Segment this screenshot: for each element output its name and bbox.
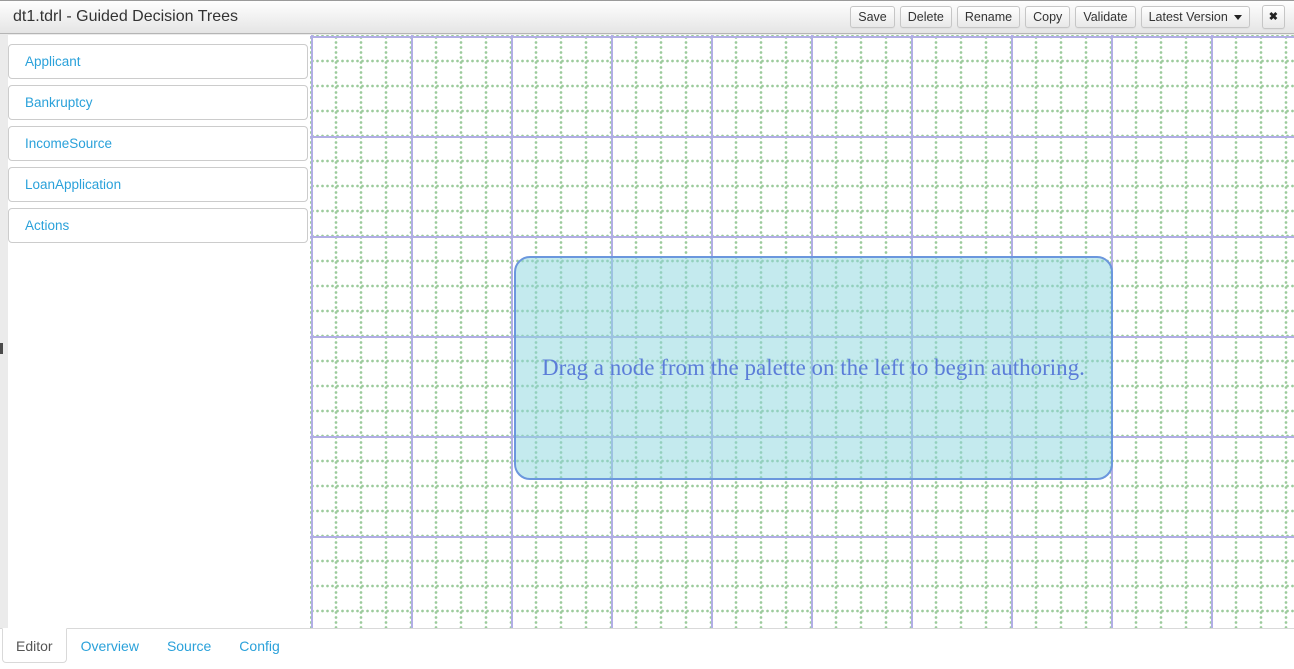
tab-source[interactable]: Source [153, 629, 225, 663]
palette-item-label: LoanApplication [25, 177, 121, 192]
editor-tabbar: Editor Overview Source Config [0, 628, 1294, 669]
titlebar-actions: Save Delete Rename Copy Validate Latest … [850, 5, 1294, 29]
palette-item-loanapplication[interactable]: LoanApplication [8, 167, 308, 202]
tab-label: Overview [81, 638, 139, 654]
drop-hint-node: Drag a node from the palette on the left… [514, 256, 1113, 480]
palette-item-bankruptcy[interactable]: Bankruptcy [8, 85, 308, 120]
tab-config[interactable]: Config [225, 629, 293, 663]
palette-item-actions[interactable]: Actions [8, 208, 308, 243]
palette-item-label: IncomeSource [25, 136, 112, 151]
decision-tree-canvas[interactable]: Drag a node from the palette on the left… [310, 35, 1294, 628]
drop-hint-message: Drag a node from the palette on the left… [542, 355, 1085, 381]
version-dropdown-label: Latest Version [1149, 10, 1228, 24]
node-palette: Applicant Bankruptcy IncomeSource LoanAp… [8, 35, 310, 628]
tab-overview[interactable]: Overview [67, 629, 153, 663]
close-button[interactable]: ✖ [1262, 5, 1285, 29]
copy-button[interactable]: Copy [1025, 6, 1070, 28]
tab-label: Config [239, 638, 279, 654]
palette-item-incomesource[interactable]: IncomeSource [8, 126, 308, 161]
palette-item-label: Applicant [25, 54, 81, 69]
save-button[interactable]: Save [850, 6, 895, 28]
delete-button[interactable]: Delete [900, 6, 952, 28]
splitter-handle[interactable] [0, 343, 3, 354]
palette-item-label: Actions [25, 218, 69, 233]
version-dropdown-button[interactable]: Latest Version [1141, 6, 1250, 28]
page-title: dt1.tdrl - Guided Decision Trees [13, 8, 238, 26]
tab-editor[interactable]: Editor [2, 628, 67, 663]
tab-label: Source [167, 638, 211, 654]
validate-button[interactable]: Validate [1075, 6, 1135, 28]
caret-down-icon [1234, 15, 1242, 20]
palette-item-label: Bankruptcy [25, 95, 93, 110]
rename-button[interactable]: Rename [957, 6, 1020, 28]
editor-titlebar: dt1.tdrl - Guided Decision Trees Save De… [0, 0, 1294, 34]
editor-main: Applicant Bankruptcy IncomeSource LoanAp… [0, 35, 1294, 628]
close-icon: ✖ [1269, 11, 1278, 23]
palette-item-applicant[interactable]: Applicant [8, 44, 308, 79]
tab-label: Editor [16, 638, 53, 654]
